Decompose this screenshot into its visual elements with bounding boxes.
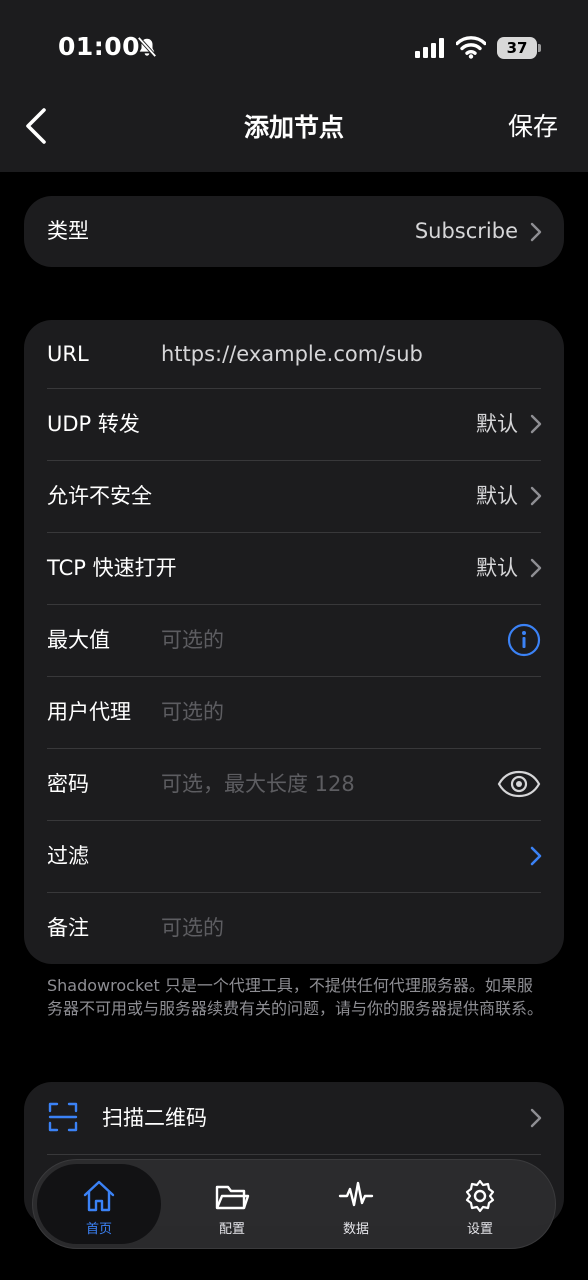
allow-insecure-value: 默认 [476,484,518,508]
wifi-icon [456,36,486,59]
udp-relay-value: 默认 [476,412,518,436]
type-value: Subscribe [414,219,518,243]
battery-level: 37 [506,39,528,57]
tab-data-label: 数据 [342,1222,369,1237]
scan-qr-label: 扫描二维码 [102,1106,207,1130]
chevron-right-icon [530,846,542,866]
type-row[interactable]: 类型 Subscribe [24,196,564,267]
eye-icon[interactable] [497,768,541,800]
scan-qr-row[interactable]: 扫描二维码 [24,1082,564,1154]
home-icon [83,1180,115,1212]
chevron-right-icon [530,414,542,434]
qr-scan-icon [48,1102,78,1132]
page-title: 添加节点 [243,113,344,142]
tab-home-label: 首页 [85,1222,112,1237]
remark-label: 备注 [47,916,89,940]
user-agent-label: 用户代理 [47,700,131,724]
tab-home[interactable]: 首页 [37,1164,161,1244]
waveform-icon [338,1181,374,1207]
save-button[interactable]: 保存 [508,107,558,143]
folder-icon [215,1185,250,1210]
chevron-right-icon [530,486,542,506]
type-card: 类型 Subscribe [24,196,564,267]
password-label: 密码 [47,772,89,796]
tab-config[interactable]: 配置 [170,1164,294,1244]
udp-relay-row[interactable]: UDP 转发 默认 [24,388,564,460]
url-label: URL [47,342,89,366]
filter-label: 过滤 [47,844,89,868]
bell-slash-icon [137,36,157,58]
tcp-fast-open-label: TCP 快速打开 [47,556,177,580]
url-input[interactable]: https://example.com/sub [161,320,423,388]
max-value-label: 最大值 [47,628,110,652]
tcp-fast-open-value: 默认 [476,556,518,580]
password-row: 密码 可选，最大长度 128 [24,748,564,820]
battery-icon: 37 [497,37,541,59]
max-value-input[interactable]: 可选的 [161,604,224,676]
status-bar: 01:00 37 [0,0,588,92]
url-row: URL https://example.com/sub [24,320,564,388]
allow-insecure-label: 允许不安全 [47,484,152,508]
chevron-right-icon [530,1108,542,1128]
filter-row[interactable]: 过滤 [24,820,564,892]
chevron-right-icon [530,222,542,242]
allow-insecure-row[interactable]: 允许不安全 默认 [24,460,564,532]
status-time: 01:00 [58,32,141,61]
info-icon[interactable] [507,623,541,657]
remark-row: 备注 可选的 [24,892,564,964]
tab-bar: 首页 配置 数据 设置 [32,1159,556,1249]
navigation-bar: 添加节点 保存 [0,92,588,172]
tab-settings[interactable]: 设置 [418,1164,542,1244]
remark-input[interactable]: 可选的 [161,892,224,964]
tcp-fast-open-row[interactable]: TCP 快速打开 默认 [24,532,564,604]
tab-data[interactable]: 数据 [294,1164,418,1244]
tab-config-label: 配置 [218,1222,245,1237]
fields-card: URL https://example.com/sub UDP 转发 默认 允许… [24,320,564,964]
chevron-right-icon [530,558,542,578]
user-agent-input[interactable]: 可选的 [161,676,224,748]
disclaimer-text: Shadowrocket 只是一个代理工具，不提供任何代理服务器。如果服务器不可… [47,976,544,1018]
type-label: 类型 [47,219,89,243]
cellular-signal-icon [415,38,444,58]
password-input[interactable]: 可选，最大长度 128 [161,748,355,820]
gear-icon [465,1179,495,1213]
tab-settings-label: 设置 [466,1222,493,1237]
max-value-row: 最大值 可选的 [24,604,564,676]
user-agent-row: 用户代理 可选的 [24,676,564,748]
udp-relay-label: UDP 转发 [47,412,140,436]
